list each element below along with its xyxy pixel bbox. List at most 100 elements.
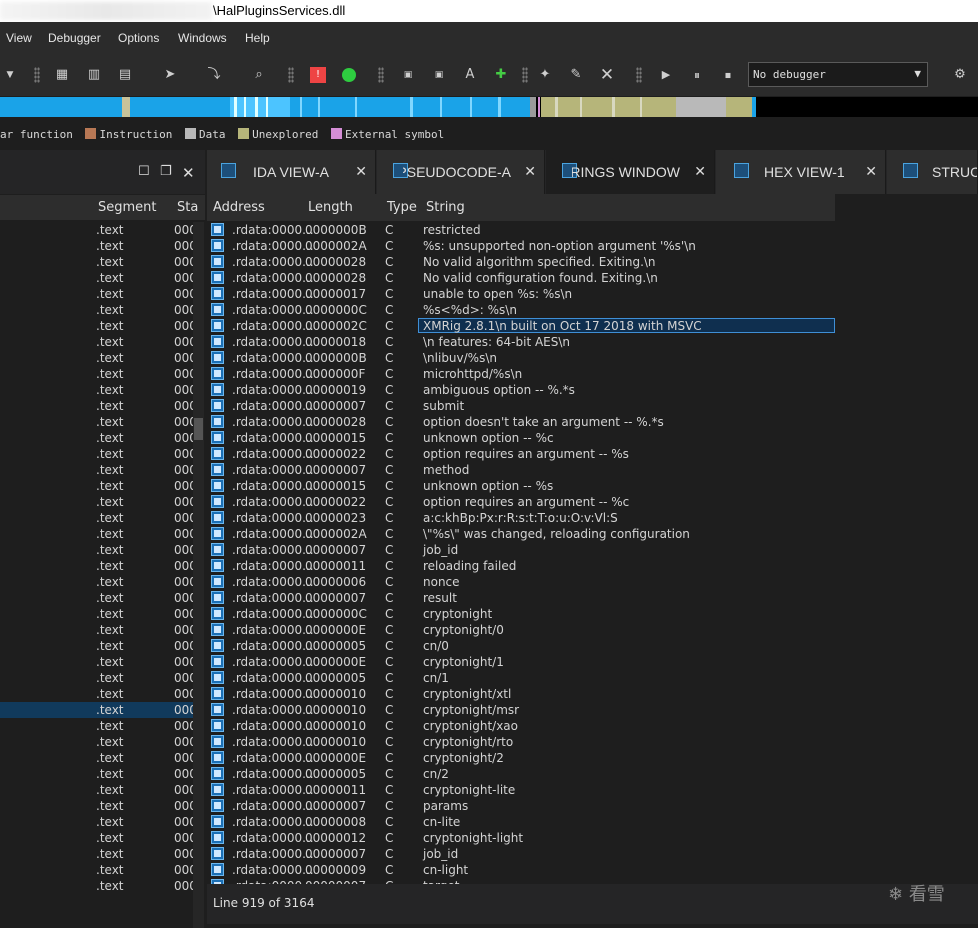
string-row[interactable]: .rdata:0000... 00000023 Ca:c:khBp:Px:r:R:s… [207, 510, 835, 526]
menu-debugger[interactable]: Debugger [48, 31, 101, 45]
column-address[interactable]: Address [213, 200, 265, 215]
segment-row[interactable]: .text 000 [0, 446, 197, 462]
string-row[interactable]: .rdata:0000... 0000000C Ccryptonight [207, 606, 835, 622]
close-icon[interactable]: ✕ [524, 163, 536, 180]
segment-row[interactable]: .text 000 [0, 302, 197, 318]
segment-row[interactable]: .text 000 [0, 862, 197, 878]
toolbar-grip[interactable] [636, 67, 642, 83]
segment-row[interactable]: .text 000 [0, 270, 197, 286]
code-icon[interactable]: ▣ [400, 67, 416, 83]
string-row[interactable]: .rdata:0000... 00000009 Ccn-light [207, 862, 835, 878]
toolbar-grip[interactable] [522, 67, 528, 83]
string-row[interactable]: .rdata:0000... 0000002A C \"%s\" was change… [207, 526, 835, 542]
segment-row[interactable]: .text 000 [0, 366, 197, 382]
segment-row[interactable]: .text 000 [0, 462, 197, 478]
segment-row[interactable]: .text 000 [0, 382, 197, 398]
segment-row[interactable]: .text 000 [0, 350, 197, 366]
segment-row[interactable]: .text 000 [0, 590, 197, 606]
segment-row[interactable]: .text 000 [0, 798, 197, 814]
string-row[interactable]: .rdata:0000... 00000005 Ccn/1 [207, 670, 835, 686]
string-row[interactable]: .rdata:0000... 0000000C C %s<%d>: %s\n [207, 302, 835, 318]
bookmark-icon[interactable]: ▦ [54, 67, 70, 83]
segment-row[interactable]: .text 000 [0, 398, 197, 414]
string-row[interactable]: .rdata:0000... 00000007 Cjob_id [207, 542, 835, 558]
column-start[interactable]: Sta [177, 200, 198, 215]
menu-windows[interactable]: Windows [178, 31, 227, 45]
string-row[interactable]: .rdata:0000... 0000000E Ccryptonight/0 [207, 622, 835, 638]
warning-icon[interactable]: ! [310, 67, 326, 83]
column-segment[interactable]: Segment [98, 200, 157, 215]
debugger-select[interactable]: No debugger ▼ [748, 62, 928, 87]
segment-row[interactable]: .text 000 [0, 558, 197, 574]
string-row[interactable]: .rdata:0000... 00000011 Creloading failed [207, 558, 835, 574]
close-icon[interactable]: ✕ [355, 163, 367, 180]
close-icon[interactable]: ✕ [694, 163, 706, 180]
segment-row[interactable]: .text 000 [0, 222, 197, 238]
step-down-icon[interactable]: ⤵ [206, 67, 222, 83]
string-row[interactable]: .rdata:0000... 00000015 Cunknown option --… [207, 430, 835, 446]
restore-icon[interactable]: ❐ [160, 164, 172, 179]
segment-row[interactable]: .text 000 [0, 542, 197, 558]
segment-row[interactable]: .text 000 [0, 654, 197, 670]
string-row[interactable]: .rdata:0000... 00000007 Cparams [207, 798, 835, 814]
green-circle-icon[interactable] [342, 68, 356, 82]
string-row[interactable]: .rdata:0000... 0000000B Crestricted [207, 222, 835, 238]
segment-row[interactable]: .text 000 [0, 430, 197, 446]
column-string[interactable]: String [426, 200, 465, 215]
string-row[interactable]: .rdata:0000... 00000006 Cnonce [207, 574, 835, 590]
segment-row[interactable]: .text 000 [0, 286, 197, 302]
navigation-band[interactable] [0, 97, 978, 117]
string-row[interactable]: .rdata:0000... 00000017 Cunable to open %s… [207, 286, 835, 302]
segment-row[interactable]: .text 000 [0, 670, 197, 686]
string-row[interactable]: .rdata:0000... 00000018 C \n features: 64-b… [207, 334, 835, 350]
string-row[interactable]: .rdata:0000... 0000002C C XMRig 2.8.1\n bui… [207, 318, 835, 334]
string-row[interactable]: .rdata:0000... 00000005 Ccn/2 [207, 766, 835, 782]
segment-row[interactable]: .text 000 [0, 414, 197, 430]
menu-options[interactable]: Options [118, 31, 159, 45]
tab-structures[interactable]: STRUCT [887, 150, 978, 194]
string-row[interactable]: .rdata:0000... 00000010 Ccryptonight/rto [207, 734, 835, 750]
string-row[interactable]: .rdata:0000... 0000000E Ccryptonight/2 [207, 750, 835, 766]
segment-row[interactable]: .text 000 [0, 334, 197, 350]
play-icon[interactable]: ▶ [658, 67, 674, 83]
segment-row[interactable]: .text 000 [0, 814, 197, 830]
toolbar-grip[interactable] [34, 67, 40, 83]
tab-ida-view-a[interactable]: IDA VIEW-A ✕ [207, 150, 376, 194]
string-row[interactable]: .rdata:0000... 00000008 Ccn-lite [207, 814, 835, 830]
segment-row[interactable]: .text 000 [0, 526, 197, 542]
segment-row[interactable]: .text 000 [0, 478, 197, 494]
segment-row[interactable]: .text 000 [0, 830, 197, 846]
string-row[interactable]: .rdata:0000... 00000019 Cambiguous option … [207, 382, 835, 398]
segment-row[interactable]: .text 000 [0, 238, 197, 254]
close-icon[interactable]: ✕ [182, 164, 195, 182]
string-row[interactable]: .rdata:0000... 0000000F Cmicrohttpd/%s\n [207, 366, 835, 382]
type-icon[interactable]: ▥ [86, 67, 102, 83]
vertical-scrollbar[interactable] [193, 222, 204, 928]
segment-row[interactable]: .text 000 [0, 574, 197, 590]
string-row[interactable]: .rdata:0000... 00000010 Ccryptonight/xao [207, 718, 835, 734]
tab-pseudocode-a[interactable]: PSEUDOCODE-A ✕ [377, 150, 545, 194]
string-row[interactable]: .rdata:0000... 00000007 Csubmit [207, 398, 835, 414]
debugger-settings-icon[interactable]: ⚙ [952, 67, 968, 83]
segment-row[interactable]: .text 000 [0, 622, 197, 638]
tab-strings-window[interactable]: STRINGS WINDOW ✕ [546, 150, 715, 194]
segment-row[interactable]: .text 000 [0, 254, 197, 270]
search-icon[interactable]: ⌕ [251, 67, 267, 83]
pause-icon[interactable]: ⏸ [689, 67, 705, 83]
toolbar-grip[interactable] [288, 67, 294, 83]
toolbar-grip[interactable] [378, 67, 384, 83]
segment-row[interactable]: .text 000 [0, 494, 197, 510]
close-icon[interactable]: ✕ [865, 163, 877, 180]
segment-row[interactable]: .text 000 [0, 766, 197, 782]
string-row[interactable]: .rdata:0000... 00000010 Ccryptonight/xtl [207, 686, 835, 702]
segment-row[interactable]: .text 000 [0, 318, 197, 334]
close-icon[interactable]: ✕ [599, 67, 615, 84]
segment-row[interactable]: .text 000 [0, 782, 197, 798]
string-row[interactable]: .rdata:0000... 00000007 Cjob_id [207, 846, 835, 862]
segment-row[interactable]: .text 000 [0, 686, 197, 702]
string-row[interactable]: .rdata:0000... 00000015 Cunknown option --… [207, 478, 835, 494]
segment-row[interactable]: .text 000 [0, 606, 197, 622]
string-row[interactable]: .rdata:0000... 0000002A C %s: unsupported n… [207, 238, 835, 254]
string-row[interactable]: .rdata:0000... 0000000E Ccryptonight/1 [207, 654, 835, 670]
string-row[interactable]: .rdata:0000... 00000022 Coption requires a… [207, 494, 835, 510]
